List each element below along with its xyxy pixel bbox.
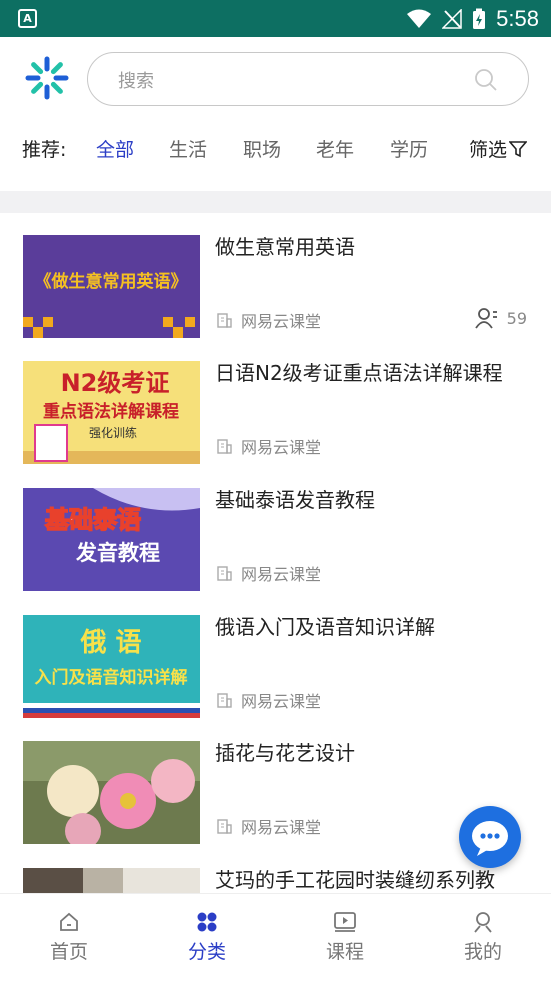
battery-charging-icon (473, 8, 486, 29)
building-icon (217, 439, 232, 454)
no-signal-icon (442, 8, 462, 29)
category-icon (197, 912, 217, 932)
thumb-text: 《做生意常用英语》 (35, 271, 188, 292)
section-divider (0, 191, 551, 213)
screen-filter-button[interactable]: 筛选 (469, 135, 528, 162)
thumb-text: 俄 语 (79, 628, 141, 658)
clock: 5:58 (496, 5, 539, 31)
course-title[interactable]: 插花与花艺设计 (215, 739, 525, 768)
nav-home-label: 首页 (49, 941, 88, 963)
course-title[interactable]: 日语N2级考证重点语法详解课程 (215, 359, 525, 388)
wifi-icon (407, 9, 432, 28)
filter-life[interactable]: 生活 (169, 135, 207, 162)
thumb-text: 强化训练 (89, 425, 137, 440)
filter-education[interactable]: 学历 (390, 135, 428, 162)
home-icon (60, 912, 78, 931)
filter-elderly[interactable]: 老年 (316, 135, 354, 162)
nav-course[interactable]: 课程 (276, 894, 414, 981)
building-icon (217, 313, 232, 328)
course-item[interactable]: N2级考证 重点语法详解课程 强化训练 日语N2级考证重点语法详解课程 网易云课… (0, 339, 551, 465)
bottom-nav: 首页 分类 课程 我的 (0, 893, 551, 981)
building-icon (217, 693, 232, 708)
course-thumbnail: 《做生意常用英语》 (23, 235, 200, 338)
learner-count: 59 (474, 306, 527, 330)
provider-name: 网易云课堂 (241, 692, 322, 711)
search-placeholder: 搜索 (118, 71, 154, 92)
course-item[interactable]: 俄 语 入门及语音知识详解 俄语入门及语音知识详解 网易云课堂 (0, 593, 551, 719)
building-icon (217, 566, 232, 581)
search-icon[interactable] (474, 68, 498, 92)
app-notification-icon: A (18, 9, 37, 28)
status-icons: 5:58 (406, 0, 539, 37)
thumb-text: 入门及语音知识详解 (35, 667, 188, 688)
nav-profile[interactable]: 我的 (414, 894, 551, 981)
course-provider: 网易云课堂 (215, 561, 321, 585)
course-provider: 网易云课堂 (215, 688, 321, 712)
learner-count-value: 59 (506, 308, 527, 328)
course-title[interactable]: 基础泰语发音教程 (215, 486, 525, 515)
course-thumbnail: 基础泰语 发音教程 (23, 488, 200, 591)
course-provider: 网易云课堂 (215, 434, 321, 458)
filter-label: 推荐: (22, 139, 67, 161)
nav-profile-label: 我的 (463, 941, 502, 963)
provider-name: 网易云课堂 (241, 312, 322, 331)
course-list[interactable]: 《做生意常用英语》 做生意常用英语 网易云课堂 59 N2级考证 重点语法详解课… (0, 213, 551, 893)
filter-workplace[interactable]: 职场 (243, 135, 281, 162)
filter-all[interactable]: 全部 (96, 135, 134, 162)
screen-filter-label: 筛选 (469, 139, 508, 161)
course-title[interactable]: 艾玛的手工花园时装缝纫系列教 (215, 866, 525, 893)
nav-course-label: 课程 (325, 941, 364, 963)
search-input[interactable]: 搜索 (87, 52, 529, 106)
thumb-text: N2级考证 (61, 369, 170, 397)
chat-bubble-icon (472, 821, 508, 856)
course-title[interactable]: 做生意常用英语 (215, 233, 525, 262)
chat-button[interactable] (459, 806, 521, 868)
profile-icon (474, 912, 492, 933)
provider-name: 网易云课堂 (241, 565, 322, 584)
nav-category[interactable]: 分类 (138, 894, 276, 981)
recommend-filter-bar: 推荐: 全部 生活 职场 老年 学历 筛选 (0, 130, 551, 166)
building-icon (217, 819, 232, 834)
nav-category-label: 分类 (187, 941, 226, 963)
course-item[interactable]: 基础泰语 发音教程 基础泰语发音教程 网易云课堂 (0, 466, 551, 592)
course-provider: 网易云课堂 (215, 814, 321, 838)
provider-name: 网易云课堂 (241, 438, 322, 457)
app-logo-icon (25, 56, 69, 100)
users-icon (474, 308, 497, 329)
course-thumbnail (23, 741, 200, 844)
course-thumbnail: N2级考证 重点语法详解课程 强化训练 (23, 361, 200, 464)
course-item[interactable]: 《做生意常用英语》 做生意常用英语 网易云课堂 59 (0, 213, 551, 339)
course-title[interactable]: 俄语入门及语音知识详解 (215, 613, 525, 642)
thumb-text: 基础泰语 (45, 506, 141, 534)
funnel-icon (508, 141, 528, 158)
course-thumbnail: 俄 语 入门及语音知识详解 (23, 615, 200, 718)
course-thumbnail (23, 868, 200, 893)
thumb-text: 重点语法详解课程 (43, 401, 179, 422)
provider-name: 网易云课堂 (241, 818, 322, 837)
nav-home[interactable]: 首页 (0, 894, 138, 981)
course-provider: 网易云课堂 (215, 308, 321, 332)
status-bar: A 5:58 (0, 0, 551, 37)
course-icon (334, 912, 356, 932)
thumb-text: 发音教程 (75, 541, 160, 565)
